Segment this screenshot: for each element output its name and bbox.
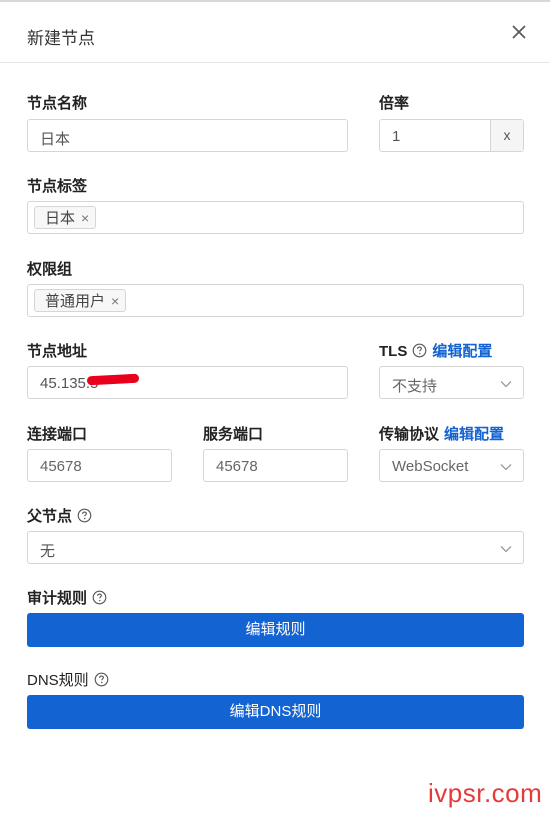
dns-rules-label-row: DNS规则 (27, 669, 109, 690)
transport-label-row: 传输协议 编辑配置 (379, 423, 504, 444)
edit-dns-rules-button[interactable]: 编辑DNS规则 (27, 695, 524, 729)
watermark: ivpsr.com (428, 778, 543, 808)
tls-select[interactable]: 不支持 (379, 366, 524, 399)
tls-label: TLS (379, 343, 408, 360)
chevron-down-icon (500, 546, 512, 553)
help-circle-icon[interactable] (77, 508, 92, 523)
rate-input[interactable]: 1 x (379, 119, 524, 152)
audit-rules-label: 审计规则 (27, 590, 88, 607)
parent-node-label: 父节点 (27, 508, 73, 525)
chevron-down-icon (500, 381, 512, 388)
tag-item: 日本 × (34, 206, 97, 229)
parent-node-label-row: 父节点 (27, 505, 92, 526)
transport-label: 传输协议 (379, 426, 440, 443)
tls-label-row: TLS 编辑配置 (379, 340, 492, 361)
service-port-input[interactable]: 45678 (203, 449, 348, 482)
rate-label: 倍率 (379, 95, 410, 112)
node-name-label: 节点名称 (27, 95, 88, 112)
service-port-value: 45678 (216, 458, 258, 475)
modal-header: 新建节点 (0, 2, 550, 63)
transport-select[interactable]: WebSocket (379, 449, 524, 482)
tls-value: 不支持 (392, 378, 438, 395)
node-tags-input[interactable]: 日本 × (27, 201, 524, 234)
chevron-down-icon (500, 464, 512, 471)
tag-item: 普通用户 × (34, 289, 127, 312)
rate-value: 1 (392, 128, 401, 145)
tag-label: 日本 (45, 210, 76, 227)
help-circle-icon[interactable] (94, 672, 109, 687)
transport-value: WebSocket (392, 458, 469, 475)
tag-label: 普通用户 (45, 293, 106, 310)
close-icon[interactable] (509, 22, 529, 42)
transport-edit-config-link[interactable]: 编辑配置 (444, 426, 504, 443)
node-address-input[interactable]: 45.135.5 (27, 366, 348, 399)
audit-rules-label-row: 审计规则 (27, 587, 107, 608)
connect-port-label: 连接端口 (27, 426, 88, 443)
parent-node-select[interactable]: 无 (27, 531, 524, 564)
tag-remove-icon[interactable]: × (111, 293, 119, 309)
tag-remove-icon[interactable]: × (81, 210, 89, 226)
node-tags-label: 节点标签 (27, 178, 88, 195)
connect-port-input[interactable]: 45678 (27, 449, 172, 482)
dns-rules-label: DNS规则 (27, 672, 89, 689)
permission-group-label: 权限组 (27, 261, 73, 278)
permission-group-input[interactable]: 普通用户 × (27, 284, 524, 317)
node-name-input[interactable]: 日本 (27, 119, 348, 152)
parent-node-value: 无 (40, 543, 56, 560)
edit-audit-rules-button[interactable]: 编辑规则 (27, 613, 524, 647)
rate-suffix: x (490, 120, 523, 151)
help-circle-icon[interactable] (92, 590, 107, 605)
connect-port-value: 45678 (40, 458, 82, 475)
node-name-value: 日本 (40, 131, 71, 148)
service-port-label: 服务端口 (203, 426, 264, 443)
tls-edit-config-link[interactable]: 编辑配置 (432, 343, 492, 360)
help-circle-icon[interactable] (412, 343, 427, 358)
modal-title: 新建节点 (27, 29, 95, 48)
node-address-label: 节点地址 (27, 343, 88, 360)
